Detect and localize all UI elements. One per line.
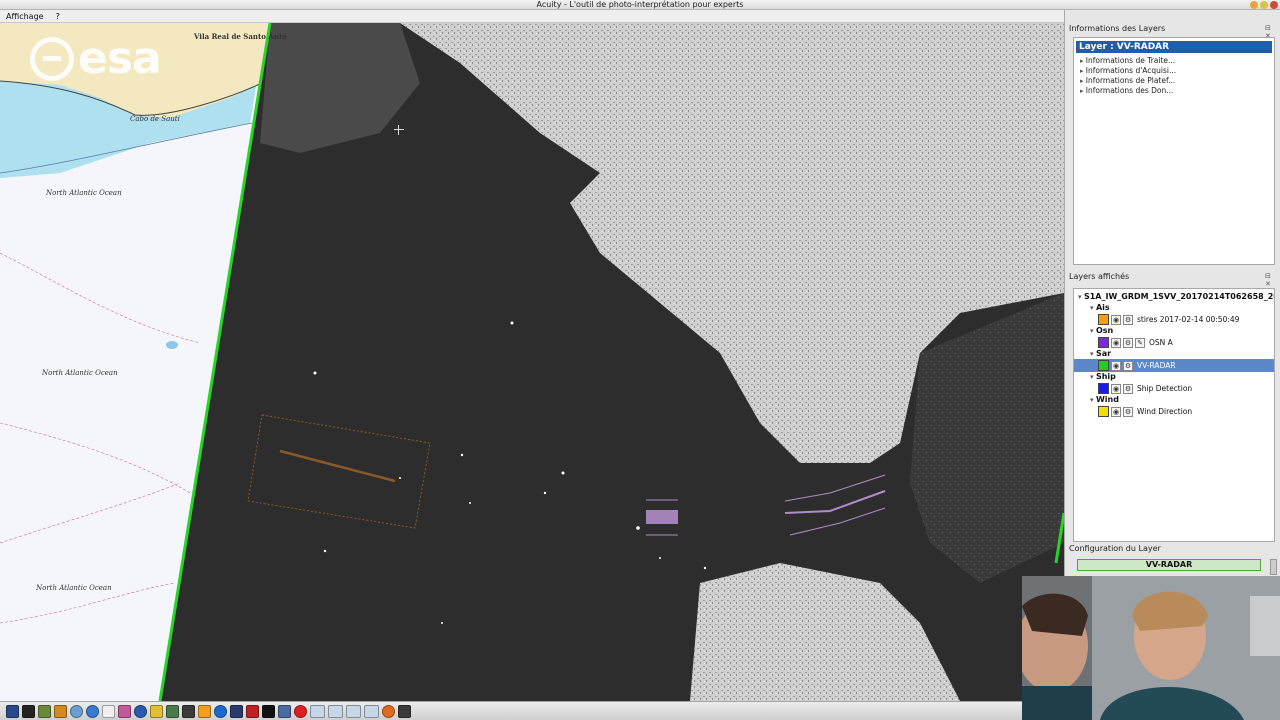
right-panel: Informations des Layers ⊟ ✕ Layer : VV-R… — [1064, 10, 1280, 576]
chart-label-ocean-1: North Atlantic Ocean — [46, 189, 122, 197]
files-icon[interactable] — [54, 704, 67, 718]
star-icon[interactable] — [198, 704, 211, 718]
chart-label-ocean-2: North Atlantic Ocean — [42, 369, 118, 377]
window4-icon[interactable] — [364, 704, 379, 718]
network-icon[interactable] — [166, 704, 179, 718]
taskbar — [0, 701, 1022, 720]
window2-icon[interactable] — [328, 704, 343, 718]
settings-icon[interactable]: ⚙ — [1123, 314, 1133, 325]
menu-help[interactable]: ? — [56, 12, 60, 21]
eye-icon[interactable]: ◉ — [1111, 383, 1121, 394]
layer-name: Layer : VV-RADAR — [1076, 41, 1272, 53]
esa-logo: esa — [30, 33, 162, 84]
layer-tree: S1A_IW_GRDM_1SVV_20170214T062658_20 Ais … — [1073, 288, 1275, 542]
info-item-acquisition[interactable]: Informations d'Acquisi... — [1074, 66, 1274, 76]
box-icon[interactable] — [278, 704, 291, 718]
info-item-platform[interactable]: Informations de Platef... — [1074, 76, 1274, 86]
settings-icon[interactable] — [70, 704, 83, 718]
chart-marker — [166, 341, 178, 349]
color-swatch-ship[interactable] — [1098, 383, 1109, 394]
layer-info-header: Informations des Layers ⊟ ✕ — [1069, 24, 1271, 40]
start-icon[interactable] — [6, 704, 19, 718]
crosshair-cursor-icon — [394, 125, 404, 135]
group-osn[interactable]: Osn — [1074, 326, 1274, 336]
map-view[interactable]: esa Vila Real de Santo Antó Cabo de Saut… — [0, 23, 1064, 701]
layer-row-ship[interactable]: ◉ ⚙ Ship Detection — [1074, 382, 1274, 395]
minimize-icon[interactable] — [1250, 1, 1258, 9]
layer-info-box: Layer : VV-RADAR Informations de Traite.… — [1073, 37, 1275, 265]
esa-logo-icon — [30, 36, 74, 81]
config-layer-select[interactable]: VV-RADAR — [1077, 559, 1261, 571]
group-wind[interactable]: Wind — [1074, 395, 1274, 405]
browser-icon[interactable] — [86, 704, 99, 718]
group-sar[interactable]: Sar — [1074, 349, 1274, 359]
group-ais[interactable]: Ais — [1074, 303, 1274, 313]
color-swatch-wind[interactable] — [1098, 406, 1109, 417]
penguin-icon[interactable] — [262, 704, 275, 718]
map-canvas[interactable] — [0, 23, 1064, 701]
menu-bar: Affichage ? — [0, 10, 1064, 23]
layer-row-sar[interactable]: ◉ ⚙ VV-RADAR — [1074, 359, 1274, 372]
window-title: Acuity - L'outil de photo-interprétation… — [536, 0, 744, 9]
layers-panel-close-icon[interactable]: ⊟ ✕ — [1265, 272, 1271, 288]
maximize-icon[interactable] — [1260, 1, 1268, 9]
menu-affichage[interactable]: Affichage — [6, 12, 44, 21]
app-icon[interactable] — [398, 704, 411, 718]
window1-icon[interactable] — [310, 704, 325, 718]
layer-label-ais: stires 2017-02-14 00:50:49 — [1137, 315, 1240, 324]
fish-icon[interactable] — [182, 704, 195, 718]
config-scrollbar[interactable] — [1270, 559, 1277, 575]
record-icon[interactable] — [294, 704, 307, 718]
info-item-processing[interactable]: Informations de Traite... — [1074, 56, 1274, 66]
firefox-icon[interactable] — [382, 704, 395, 718]
chart-label-cape: Cabo de Sauti — [130, 115, 180, 123]
eye-icon[interactable]: ◉ — [1111, 314, 1121, 325]
config-title: Configuration du Layer — [1069, 544, 1161, 553]
terminal-icon[interactable] — [22, 704, 35, 718]
eye-icon[interactable]: ◉ — [1111, 337, 1121, 348]
esa-logo-text: esa — [78, 33, 162, 84]
webcam-image — [1022, 576, 1280, 720]
layer-label-sar: VV-RADAR — [1137, 361, 1176, 370]
chart-label-town: Vila Real de Santo Antó — [194, 32, 287, 41]
close-icon[interactable] — [1270, 1, 1278, 9]
layer-row-ais[interactable]: ◉ ⚙ stires 2017-02-14 00:50:49 — [1074, 313, 1274, 326]
window-titlebar: Acuity - L'outil de photo-interprétation… — [0, 0, 1280, 10]
layer-row-wind[interactable]: ◉ ⚙ Wind Direction — [1074, 405, 1274, 418]
layer-info-title: Informations des Layers — [1069, 24, 1166, 33]
group-ship[interactable]: Ship — [1074, 372, 1274, 382]
info-item-data[interactable]: Informations des Don... — [1074, 86, 1274, 96]
settings-icon[interactable]: ⚙ — [1123, 360, 1133, 371]
settings-icon[interactable]: ⚙ — [1123, 406, 1133, 417]
filezilla-icon[interactable] — [246, 704, 259, 718]
editor-icon[interactable] — [38, 704, 51, 718]
ship-icon[interactable] — [230, 704, 243, 718]
webcam-overlay — [1022, 576, 1280, 720]
pencil-icon[interactable] — [150, 704, 163, 718]
color-swatch-ais[interactable] — [1098, 314, 1109, 325]
eye-icon[interactable]: ◉ — [1111, 360, 1121, 371]
chrome-icon[interactable] — [214, 704, 227, 718]
config-header: Configuration du Layer — [1069, 544, 1161, 553]
ship-detection-box — [646, 510, 678, 524]
edit-icon[interactable]: ✎ — [1135, 337, 1145, 348]
layer-label-osn: OSN A — [1149, 338, 1173, 347]
document-icon[interactable] — [102, 704, 115, 718]
layer-label-wind: Wind Direction — [1137, 407, 1193, 416]
globe-icon[interactable] — [134, 704, 147, 718]
settings-icon[interactable]: ⚙ — [1123, 337, 1133, 348]
layers-header: Layers affichés ⊟ ✕ — [1069, 272, 1271, 288]
settings-icon[interactable]: ⚙ — [1123, 383, 1133, 394]
layers-title: Layers affichés — [1069, 272, 1130, 281]
color-swatch-osn[interactable] — [1098, 337, 1109, 348]
window-controls — [1250, 1, 1278, 9]
window3-icon[interactable] — [346, 704, 361, 718]
layer-label-ship: Ship Detection — [1137, 384, 1193, 393]
chart-label-ocean-3: North Atlantic Ocean — [36, 584, 112, 592]
layer-row-osn[interactable]: ◉ ⚙ ✎ OSN A — [1074, 336, 1274, 349]
eye-icon[interactable]: ◉ — [1111, 406, 1121, 417]
tree-root-product[interactable]: S1A_IW_GRDM_1SVV_20170214T062658_20 — [1074, 291, 1274, 303]
color-swatch-sar[interactable] — [1098, 360, 1109, 371]
image-icon[interactable] — [118, 704, 131, 718]
